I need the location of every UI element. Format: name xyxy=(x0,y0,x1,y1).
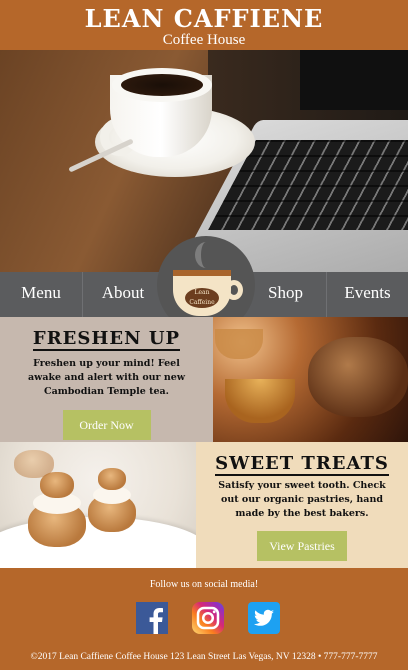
site-subtitle: Coffee House xyxy=(162,32,246,48)
promo-pastries-panel: SWEET TREATS Satisfy your sweet tooth. C… xyxy=(196,442,408,568)
site-title: LEAN CAFFIENE xyxy=(84,4,324,33)
order-now-button[interactable]: Order Now xyxy=(62,410,151,440)
laptop-screen xyxy=(300,50,408,110)
coffee xyxy=(121,74,203,96)
pastry-blur xyxy=(14,450,54,478)
promo-tea-panel: FRESHEN UP Freshen up your mind! Feel aw… xyxy=(0,317,213,442)
footer-copyright: ©2017 Lean Caffiene Coffee House 123 Lea… xyxy=(30,652,378,662)
steam-icon xyxy=(195,242,217,268)
view-pastries-button[interactable]: View Pastries xyxy=(257,531,347,561)
nav-item-menu[interactable]: Menu xyxy=(0,272,82,317)
nav-item-about[interactable]: About xyxy=(83,272,163,317)
tea-cup-back xyxy=(215,329,263,359)
nav-item-shop[interactable]: Shop xyxy=(245,272,326,317)
logo-badge: Lean Caffeine xyxy=(185,288,219,308)
promo-tea-heading: FRESHEN UP xyxy=(32,328,181,351)
tea-image xyxy=(213,317,408,442)
site-header: LEAN CAFFIENE Coffee House xyxy=(0,0,408,50)
tea-cup xyxy=(225,379,295,423)
promo-pastries-body: Satisfy your sweet tooth. Check out our … xyxy=(218,480,386,519)
pastry-image xyxy=(0,442,196,568)
twitter-icon[interactable] xyxy=(248,602,280,634)
teapot xyxy=(308,337,408,417)
promo-pastries-heading: SWEET TREATS xyxy=(215,453,389,476)
site-footer: Follow us on social media! ©2017 Lean Ca… xyxy=(0,568,408,670)
promo-tea-body: Freshen up your mind! Feel awake and ale… xyxy=(27,358,186,397)
social-links xyxy=(0,602,408,636)
instagram-icon[interactable] xyxy=(192,602,224,634)
nav-item-events[interactable]: Events xyxy=(327,272,408,317)
facebook-icon[interactable] xyxy=(136,602,168,634)
pastry-top xyxy=(98,468,126,490)
social-follow-text: Follow us on social media! xyxy=(149,579,259,590)
